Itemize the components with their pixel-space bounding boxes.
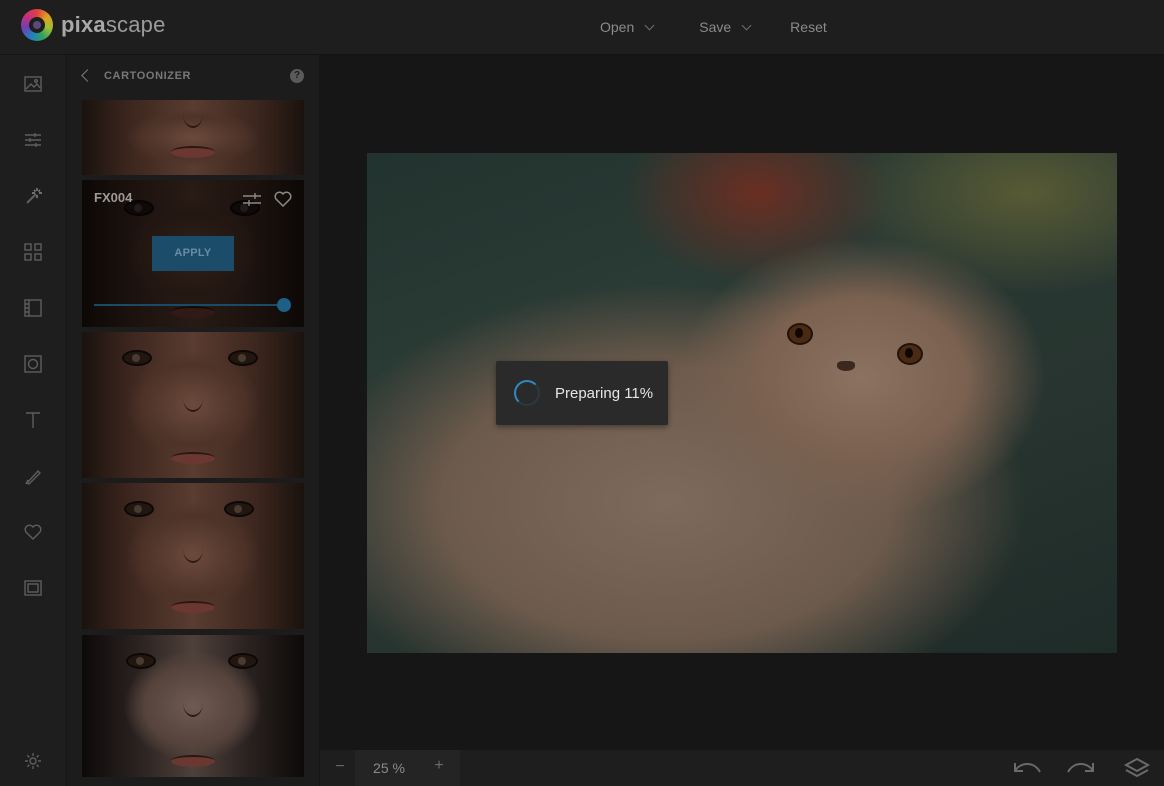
help-icon[interactable]: ? [290, 69, 304, 83]
top-nav: Open Save Reset [600, 0, 873, 54]
layers-icon[interactable] [1123, 756, 1151, 780]
adjust-sliders-icon[interactable] [242, 192, 262, 206]
effect-label: FX004 [94, 190, 133, 205]
logo-text: pixascape [61, 12, 166, 37]
film-icon[interactable] [23, 298, 43, 318]
frame-circle-icon[interactable] [23, 354, 43, 374]
save-label: Save [699, 19, 732, 35]
apply-button[interactable]: APPLY [152, 236, 234, 271]
frame-icon[interactable] [23, 578, 43, 598]
panel-header: CARTOONIZER ? [67, 55, 319, 100]
zoom-in-button[interactable]: + [432, 757, 446, 775]
text-icon[interactable] [23, 410, 43, 430]
back-arrow-icon[interactable] [81, 69, 94, 82]
effect-thumbnail[interactable] [82, 100, 304, 175]
zoom-out-button[interactable]: − [333, 758, 347, 776]
loading-overlay: Preparing 11% [496, 361, 668, 425]
heart-icon[interactable] [23, 522, 43, 542]
app-logo[interactable]: pixascape [21, 9, 166, 41]
magic-wand-icon[interactable] [23, 186, 43, 206]
canvas-area[interactable]: Preparing 11% [320, 55, 1164, 750]
favorite-heart-icon[interactable] [274, 191, 292, 208]
loading-text: Preparing 11% [555, 384, 654, 402]
effect-thumbnail[interactable] [82, 332, 304, 478]
photo-detail [837, 361, 855, 371]
redo-icon[interactable] [1064, 756, 1098, 780]
photo-detail [787, 323, 813, 345]
open-label: Open [600, 19, 635, 35]
reset-button[interactable]: Reset [790, 19, 827, 35]
open-menu[interactable]: Open [600, 19, 655, 35]
effect-card-active[interactable]: FX004 APPLY [82, 180, 304, 327]
effect-thumbnail[interactable] [82, 635, 304, 777]
photo-canvas[interactable] [367, 153, 1117, 653]
save-menu[interactable]: Save [699, 19, 752, 35]
spinner-icon [514, 380, 540, 406]
brush-icon[interactable] [23, 466, 43, 486]
photo-detail [897, 343, 923, 365]
grid-icon[interactable] [23, 242, 43, 262]
undo-icon[interactable] [1010, 756, 1044, 780]
tool-rail [0, 55, 67, 786]
effect-preview-image [82, 100, 304, 175]
chevron-down-icon [741, 20, 752, 30]
intensity-slider-track[interactable] [94, 304, 284, 306]
effect-preview-image [82, 483, 304, 629]
intensity-slider-handle[interactable] [277, 298, 291, 312]
reset-label: Reset [790, 19, 827, 35]
zoom-level[interactable]: 25 % [355, 760, 423, 776]
panel-title: CARTOONIZER [104, 70, 192, 82]
image-icon[interactable] [23, 74, 43, 94]
effect-thumbnail[interactable] [82, 483, 304, 629]
sliders-icon[interactable] [23, 130, 43, 150]
top-bar: pixascape Open Save Reset [0, 0, 1164, 55]
chevron-down-icon [644, 20, 655, 30]
logo-mark-icon [21, 9, 53, 41]
bottom-bar: − 25 % + [320, 750, 1164, 786]
effect-preview-image [82, 332, 304, 478]
effects-panel: CARTOONIZER ? FX004 APPLY [67, 55, 319, 786]
settings-icon[interactable] [23, 751, 43, 771]
effect-preview-image [82, 635, 304, 777]
